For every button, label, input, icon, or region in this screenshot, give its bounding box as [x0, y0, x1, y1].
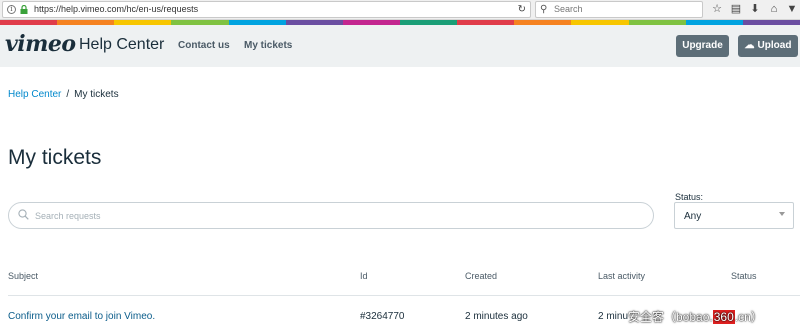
watermark-suffix: .cn）	[734, 310, 763, 324]
reload-icon[interactable]: ↻	[518, 2, 526, 17]
ticket-created: 2 minutes ago	[465, 311, 528, 322]
upgrade-button[interactable]: Upgrade	[676, 35, 729, 57]
ticket-id: #3264770	[360, 311, 405, 322]
column-header-id: Id	[360, 271, 368, 281]
breadcrumb: Help Center / My tickets	[8, 89, 119, 100]
reading-list-icon[interactable]: ▤	[729, 2, 743, 16]
search-icon: ⚲	[540, 4, 548, 15]
browser-search-input[interactable]: ⚲ Search	[535, 1, 703, 18]
watermark: 安全客（bobao.360.cn）	[628, 308, 763, 325]
download-icon[interactable]: ⬇	[748, 2, 762, 16]
upload-label: Upload	[757, 40, 792, 51]
watermark-prefix: 安全客（bobao.	[628, 310, 713, 324]
cloud-upload-icon: ☁	[744, 40, 755, 51]
star-icon[interactable]: ☆	[710, 2, 724, 16]
search-requests-input[interactable]	[35, 207, 635, 225]
upload-button[interactable]: ☁ Upload	[738, 35, 798, 57]
vimeo-logo[interactable]: vimeo	[5, 31, 76, 57]
column-header-status: Status	[731, 271, 757, 281]
browser-search-placeholder: Search	[554, 4, 583, 14]
address-bar[interactable]: i https://help.vimeo.com/hc/en-us/reques…	[2, 1, 531, 18]
site-header: vimeo Help Center Contact us My tickets …	[0, 25, 800, 67]
search-icon	[18, 209, 29, 220]
upgrade-label: Upgrade	[682, 40, 723, 51]
search-requests-field[interactable]	[8, 202, 654, 229]
ticket-last-activity: 2 minu	[598, 311, 629, 322]
table-divider	[8, 295, 800, 296]
breadcrumb-current: My tickets	[74, 89, 119, 100]
nav-contact-us[interactable]: Contact us	[178, 40, 230, 51]
column-header-created: Created	[465, 271, 498, 281]
url-text: https://help.vimeo.com/hc/en-us/requests	[34, 4, 199, 14]
status-filter-label: Status:	[675, 192, 704, 202]
breadcrumb-help-center[interactable]: Help Center	[8, 89, 61, 100]
status-select-value: Any	[684, 211, 702, 222]
home-icon[interactable]: ⌂	[767, 2, 781, 16]
chevron-down-icon	[779, 212, 785, 216]
pocket-icon[interactable]: ▼	[785, 2, 799, 16]
nav-my-tickets[interactable]: My tickets	[244, 40, 292, 51]
column-header-subject: Subject	[8, 271, 39, 281]
page-title: My tickets	[8, 146, 102, 169]
browser-toolbar: i https://help.vimeo.com/hc/en-us/reques…	[0, 0, 800, 20]
breadcrumb-separator: /	[66, 89, 70, 100]
help-center-label: Help Center	[79, 36, 165, 53]
watermark-highlight: 360	[712, 310, 735, 324]
status-select[interactable]: Any	[674, 202, 794, 229]
lock-icon	[20, 5, 28, 14]
ticket-subject-link[interactable]: Confirm your email to join Vimeo.	[8, 311, 155, 322]
column-header-last-activity: Last activity	[598, 271, 646, 281]
info-icon[interactable]: i	[7, 5, 16, 14]
